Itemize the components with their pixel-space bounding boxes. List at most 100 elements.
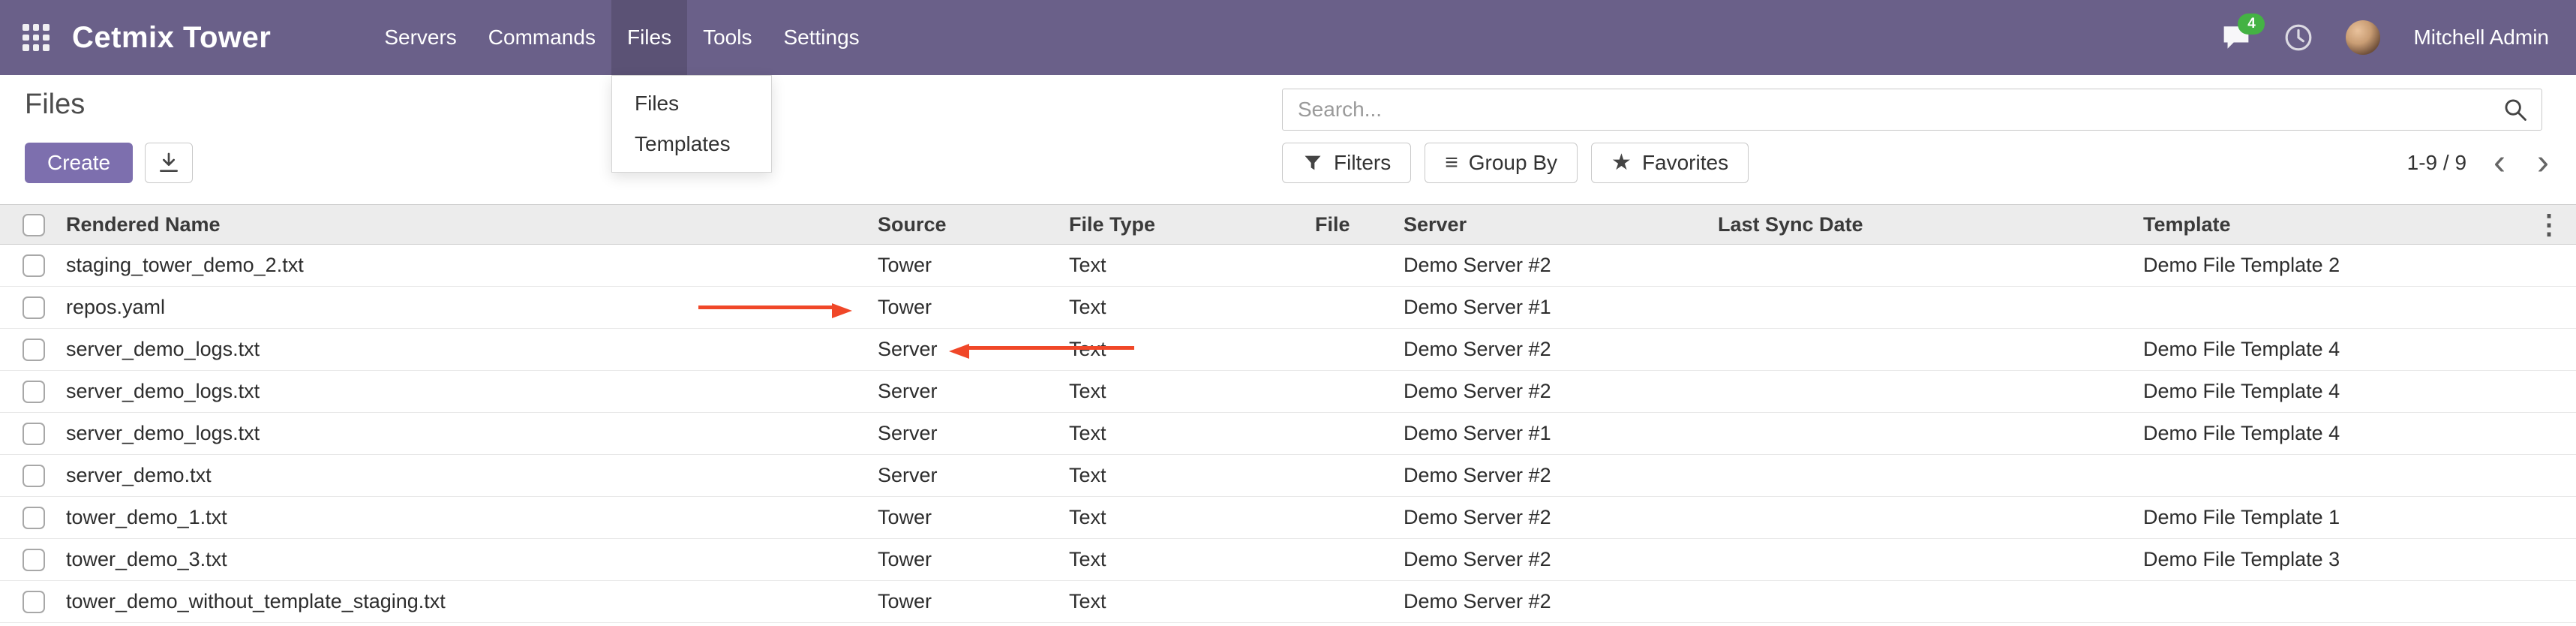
export-download-button[interactable] — [145, 143, 193, 183]
cell-last-sync-date — [1716, 497, 2141, 539]
cell-template: Demo File Template 1 — [2141, 497, 2535, 539]
cell-rendered-name: tower_demo_without_template_staging.txt — [64, 581, 875, 623]
cell-last-sync-date — [1716, 245, 2141, 287]
avatar[interactable] — [2346, 20, 2380, 55]
filters-label: Filters — [1334, 151, 1391, 175]
cell-template: Demo File Template 4 — [2141, 413, 2535, 455]
row-checkbox[interactable] — [23, 254, 45, 277]
pager-previous-icon[interactable]: ‹ — [2489, 145, 2510, 181]
select-all-checkbox[interactable] — [23, 214, 45, 236]
filters-button[interactable]: Filters — [1282, 143, 1411, 183]
cell-file-type: Text — [1067, 497, 1313, 539]
activity-clock-icon[interactable] — [2284, 23, 2313, 52]
search-options: Filters ≡ Group By ★ Favorites — [1282, 143, 1749, 183]
cell-last-sync-date — [1716, 413, 2141, 455]
table-row[interactable]: tower_demo_without_template_staging.txt … — [0, 581, 2576, 623]
cell-last-sync-date — [1716, 371, 2141, 413]
cell-last-sync-date — [1716, 455, 2141, 497]
search-input[interactable] — [1283, 98, 2502, 122]
cell-rendered-name: server_demo_logs.txt — [64, 413, 875, 455]
table-row[interactable]: server_demo.txt Server Text Demo Server … — [0, 455, 2576, 497]
cell-file-type: Text — [1067, 371, 1313, 413]
cell-rendered-name: staging_tower_demo_2.txt — [64, 245, 875, 287]
pager: 1-9 / 9 ‹ › — [2407, 143, 2553, 183]
column-options-icon[interactable]: ⋮ — [2535, 209, 2562, 239]
table-row[interactable]: repos.yaml Tower Text Demo Server #1 — [0, 287, 2576, 329]
cell-source: Tower — [875, 497, 1067, 539]
menu-item-label: Servers — [384, 26, 456, 50]
dropdown-item[interactable]: Files — [612, 83, 771, 124]
row-checkbox[interactable] — [23, 465, 45, 487]
cell-server: Demo Server #2 — [1401, 455, 1716, 497]
action-buttons: Create — [25, 143, 193, 183]
menu-item[interactable]: Servers — [368, 0, 472, 75]
search-icon[interactable] — [2502, 97, 2528, 122]
cell-source: Server — [875, 455, 1067, 497]
row-checkbox[interactable] — [23, 423, 45, 445]
navbar-right: 4 Mitchell Admin — [2221, 20, 2549, 55]
cell-file — [1313, 497, 1401, 539]
table-row[interactable]: server_demo_logs.txt Server Text Demo Se… — [0, 413, 2576, 455]
cell-file — [1313, 371, 1401, 413]
cell-rendered-name: tower_demo_3.txt — [64, 539, 875, 581]
table-row[interactable]: server_demo_logs.txt Server Text Demo Se… — [0, 329, 2576, 371]
column-template[interactable]: Template — [2141, 205, 2535, 245]
menu-item[interactable]: Files — [611, 0, 687, 75]
cell-template — [2141, 455, 2535, 497]
table-row[interactable]: staging_tower_demo_2.txt Tower Text Demo… — [0, 245, 2576, 287]
menu-item[interactable]: Commands — [473, 0, 611, 75]
cell-file-type: Text — [1067, 455, 1313, 497]
cell-source: Server — [875, 371, 1067, 413]
cell-file — [1313, 287, 1401, 329]
pager-next-icon[interactable]: › — [2532, 145, 2553, 181]
apps-menu-icon[interactable] — [23, 24, 50, 51]
row-checkbox[interactable] — [23, 549, 45, 571]
group-by-icon: ≡ — [1445, 152, 1458, 174]
table-row[interactable]: tower_demo_3.txt Tower Text Demo Server … — [0, 539, 2576, 581]
menu-item[interactable]: Settings — [767, 0, 875, 75]
row-checkbox[interactable] — [23, 339, 45, 361]
cell-server: Demo Server #2 — [1401, 539, 1716, 581]
table-row[interactable]: tower_demo_1.txt Tower Text Demo Server … — [0, 497, 2576, 539]
row-checkbox[interactable] — [23, 381, 45, 403]
cell-last-sync-date — [1716, 581, 2141, 623]
app-brand[interactable]: Cetmix Tower — [72, 21, 271, 55]
menu-item[interactable]: Tools — [687, 0, 767, 75]
dropdown-item[interactable]: Templates — [612, 124, 771, 164]
page-title: Files — [25, 89, 85, 121]
row-checkbox[interactable] — [23, 507, 45, 529]
user-menu[interactable]: Mitchell Admin — [2413, 26, 2549, 50]
cell-template: Demo File Template 4 — [2141, 329, 2535, 371]
column-rendered-name[interactable]: Rendered Name — [64, 205, 875, 245]
cell-file — [1313, 581, 1401, 623]
cell-source: Tower — [875, 287, 1067, 329]
messages-icon[interactable]: 4 — [2221, 24, 2251, 51]
column-server[interactable]: Server — [1401, 205, 1716, 245]
favorites-button[interactable]: ★ Favorites — [1591, 143, 1749, 183]
cell-template: Demo File Template 3 — [2141, 539, 2535, 581]
cell-server: Demo Server #2 — [1401, 329, 1716, 371]
cell-file-type: Text — [1067, 287, 1313, 329]
row-checkbox[interactable] — [23, 296, 45, 319]
column-last-sync-date[interactable]: Last Sync Date — [1716, 205, 2141, 245]
column-source[interactable]: Source — [875, 205, 1067, 245]
messages-count-badge: 4 — [2238, 14, 2265, 35]
favorites-star-icon: ★ — [1611, 152, 1632, 174]
cell-last-sync-date — [1716, 287, 2141, 329]
create-button[interactable]: Create — [25, 143, 133, 183]
group-by-button[interactable]: ≡ Group By — [1425, 143, 1578, 183]
table-row[interactable]: server_demo_logs.txt Server Text Demo Se… — [0, 371, 2576, 413]
cell-server: Demo Server #2 — [1401, 581, 1716, 623]
cell-template: Demo File Template 2 — [2141, 245, 2535, 287]
cell-server: Demo Server #2 — [1401, 371, 1716, 413]
row-checkbox[interactable] — [23, 591, 45, 613]
column-file[interactable]: File — [1313, 205, 1401, 245]
cell-source: Server — [875, 413, 1067, 455]
cell-source: Tower — [875, 245, 1067, 287]
column-file-type[interactable]: File Type — [1067, 205, 1313, 245]
cell-template — [2141, 581, 2535, 623]
cell-file-type: Text — [1067, 245, 1313, 287]
select-all-cell — [0, 205, 64, 245]
cell-file-type: Text — [1067, 413, 1313, 455]
cell-server: Demo Server #1 — [1401, 287, 1716, 329]
